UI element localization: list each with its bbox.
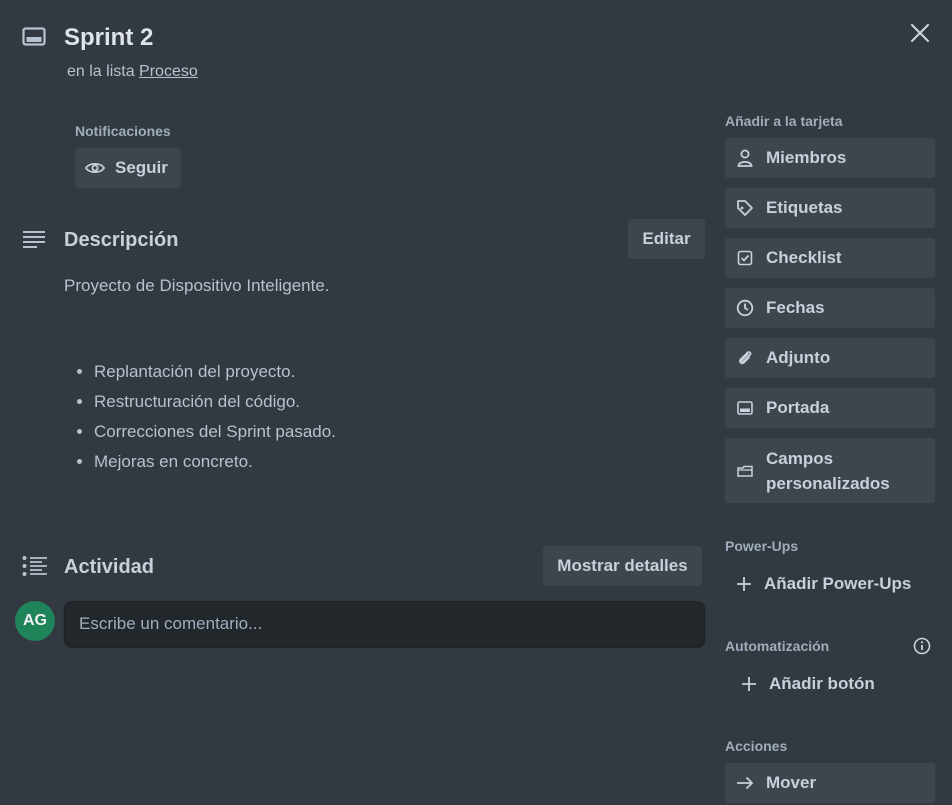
checkbox-icon xyxy=(736,249,754,267)
show-details-button[interactable]: Mostrar detalles xyxy=(543,546,702,586)
notifications-label: Notificaciones xyxy=(75,123,171,139)
arrow-right-icon xyxy=(736,774,754,792)
clock-icon xyxy=(736,299,754,317)
cover-icon xyxy=(736,399,754,417)
checklist-button[interactable]: Checklist xyxy=(725,238,935,278)
card-icon xyxy=(22,27,46,47)
attachment-label: Adjunto xyxy=(766,348,831,367)
add-button-label: Añadir botón xyxy=(769,674,875,693)
plus-icon xyxy=(736,576,752,592)
automation-label: Automatización xyxy=(725,638,830,654)
dates-button[interactable]: Fechas xyxy=(725,288,935,328)
card-title[interactable]: Sprint 2 xyxy=(64,24,153,52)
close-icon[interactable] xyxy=(905,18,935,48)
person-icon xyxy=(736,149,754,167)
add-button-button[interactable]: Añadir botón xyxy=(741,674,875,694)
add-powerups-label: Añadir Power-Ups xyxy=(764,574,912,593)
list-item: Mejoras en concreto. xyxy=(94,451,676,481)
fields-icon xyxy=(736,462,754,480)
attachment-button[interactable]: Adjunto xyxy=(725,338,935,378)
custom-fields-button[interactable]: Campos personalizados xyxy=(725,438,935,503)
edit-description-button[interactable]: Editar xyxy=(628,219,705,259)
comment-input[interactable] xyxy=(64,601,705,647)
labels-button[interactable]: Etiquetas xyxy=(725,188,935,228)
paperclip-icon xyxy=(736,349,754,367)
cover-button[interactable]: Portada xyxy=(725,388,935,428)
description-list: Replantación del proyecto. Restructuraci… xyxy=(76,361,676,481)
follow-button[interactable]: Seguir xyxy=(75,148,181,188)
follow-label: Seguir xyxy=(115,158,168,177)
members-label: Miembros xyxy=(766,148,847,167)
labels-label: Etiquetas xyxy=(766,198,843,217)
custom-fields-line2: personalizados xyxy=(766,473,890,493)
eye-icon xyxy=(85,161,105,175)
info-icon[interactable] xyxy=(912,636,932,656)
activity-icon xyxy=(22,555,48,577)
dates-label: Fechas xyxy=(766,298,825,317)
description-icon xyxy=(22,230,46,250)
move-label: Mover xyxy=(766,773,817,792)
list-info: en la lista Proceso xyxy=(67,63,198,81)
custom-fields-label: Campos personalizados xyxy=(766,446,890,496)
checklist-label: Checklist xyxy=(766,248,842,267)
list-item: Restructuración del código. xyxy=(94,391,676,421)
members-button[interactable]: Miembros xyxy=(725,138,935,178)
powerups-label: Power-Ups xyxy=(725,538,799,554)
list-link[interactable]: Proceso xyxy=(139,63,198,80)
tag-icon xyxy=(736,199,754,217)
list-item: Correcciones del Sprint pasado. xyxy=(94,421,676,451)
description-text: Proyecto de Dispositivo Inteligente. xyxy=(64,276,330,295)
description-title: Descripción xyxy=(64,229,179,251)
list-item: Replantación del proyecto. xyxy=(94,361,676,391)
add-to-card-label: Añadir a la tarjeta xyxy=(725,113,843,129)
plus-icon xyxy=(741,676,757,692)
add-powerups-button[interactable]: Añadir Power-Ups xyxy=(736,574,911,594)
cover-label: Portada xyxy=(766,398,830,417)
avatar[interactable]: AG xyxy=(15,601,55,641)
actions-label: Acciones xyxy=(725,738,788,754)
activity-title: Actividad xyxy=(64,556,155,578)
move-button[interactable]: Mover xyxy=(725,763,935,803)
list-prefix: en la lista xyxy=(67,63,135,80)
custom-fields-line1: Campos xyxy=(766,448,834,468)
